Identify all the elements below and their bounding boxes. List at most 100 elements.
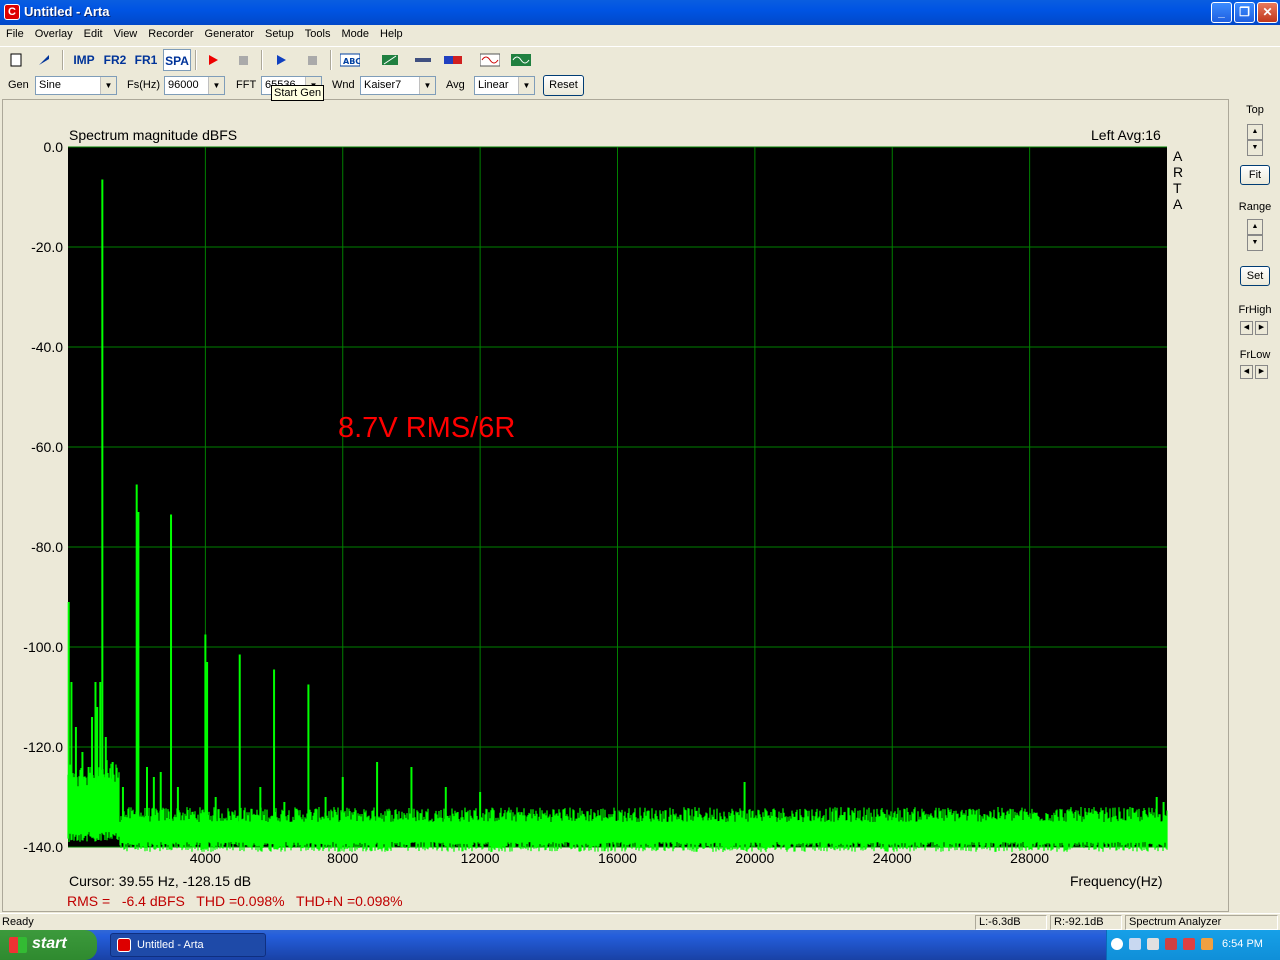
taskbar-item-label: Untitled - Arta (137, 939, 204, 951)
set-button[interactable]: Set (1240, 266, 1270, 286)
top-up-icon[interactable]: ▲ (1247, 124, 1263, 140)
minimize-icon[interactable]: _ (1211, 2, 1232, 23)
fs-select[interactable]: 96000 ▼ (164, 76, 225, 95)
open-file-icon[interactable] (32, 49, 56, 71)
menu-overlay[interactable]: Overlay (29, 25, 78, 40)
x-axis-title: Frequency(Hz) (1070, 873, 1163, 889)
status-left-level: L:-6.3dB (975, 915, 1047, 930)
range-down-icon[interactable]: ▼ (1247, 235, 1263, 251)
impulse-mode-button[interactable]: IMP (70, 49, 98, 71)
security-icon[interactable] (1165, 938, 1177, 950)
taskbar: start Untitled - Arta 6:54 PM (0, 930, 1280, 960)
x-tick-label: 24000 (873, 850, 912, 866)
gen-label: Gen (8, 79, 29, 91)
close-icon[interactable]: ✕ (1257, 2, 1278, 23)
menu-generator[interactable]: Generator (199, 25, 260, 40)
y-tick-label: 0.0 (44, 139, 64, 155)
spectrum-chart[interactable]: 4000 8000 12000 16000 20000 24000 28000 0.0 -20.… (3, 100, 1230, 913)
avg-label: Avg (446, 79, 465, 91)
menu-mode[interactable]: Mode (335, 25, 374, 40)
annotation-text: 8.7V RMS/6R (338, 412, 516, 444)
network-icon[interactable] (1129, 938, 1141, 950)
y-tick-label: -120.0 (23, 739, 63, 755)
shield-icon[interactable] (1183, 938, 1195, 950)
side-panel: Top ▲ ▼ Fit Range ▲ ▼ Set FrHigh ◀ ▶ FrL… (1230, 99, 1280, 912)
fit-button[interactable]: Fit (1240, 165, 1270, 185)
y-tick-label: -100.0 (23, 639, 63, 655)
utility-icon[interactable] (1201, 938, 1213, 950)
start-gen-tooltip: Start Gen (271, 85, 325, 101)
record-icon[interactable] (201, 49, 225, 71)
results-readout: RMS = -6.4 dBFS THD =0.098% THD+N =0.098… (67, 893, 403, 909)
gen-select[interactable]: Sine ▼ (35, 76, 117, 95)
chevron-down-icon[interactable]: ▼ (100, 77, 116, 94)
oscilloscope-icon[interactable] (478, 49, 502, 71)
stop-record-icon[interactable] (231, 49, 255, 71)
fr1-mode-button[interactable]: FR1 (132, 49, 160, 71)
wnd-select[interactable]: Kaiser7 ▼ (360, 76, 436, 95)
toolbar-separator (330, 50, 332, 70)
start-gen-icon[interactable] (269, 49, 293, 71)
stop-gen-icon[interactable] (300, 49, 324, 71)
start-label: start (32, 935, 67, 952)
maximize-icon[interactable]: ❐ (1234, 2, 1255, 23)
svg-text:ABC: ABC (343, 57, 360, 66)
reset-button[interactable]: Reset (543, 75, 584, 96)
clock: 6:54 PM (1222, 938, 1263, 950)
menu-view[interactable]: View (108, 25, 143, 40)
waveform-icon[interactable] (509, 49, 533, 71)
gen-select-value: Sine (39, 79, 62, 91)
abc-settings-icon[interactable]: ABC (338, 49, 362, 71)
frhigh-label: FrHigh (1238, 304, 1272, 316)
probe-icon[interactable] (411, 49, 435, 71)
frlow-left-icon[interactable]: ◀ (1240, 365, 1253, 379)
title-bar: C Untitled - Arta _ ❐ ✕ (0, 0, 1280, 25)
y-tick-label: -40.0 (31, 339, 63, 355)
menu-recorder[interactable]: Recorder (142, 25, 198, 40)
y-tick-label: -20.0 (31, 239, 63, 255)
chevron-down-icon[interactable]: ▼ (419, 77, 435, 94)
control-bar: Gen Sine ▼ Fs(Hz) 96000 ▼ FFT 65536 ▼ Wn… (0, 73, 1280, 98)
spectrum-plot-panel[interactable]: 4000 8000 12000 16000 20000 24000 28000 0.0 -20.… (2, 99, 1229, 912)
top-down-icon[interactable]: ▼ (1247, 140, 1263, 156)
menu-tools[interactable]: Tools (299, 25, 336, 40)
toolbar-separator (261, 50, 263, 70)
menu-file[interactable]: File (0, 25, 29, 40)
menu-help[interactable]: Help (374, 25, 408, 40)
level-meter-icon[interactable] (441, 49, 465, 71)
range-label: Range (1238, 201, 1272, 213)
range-up-icon[interactable]: ▲ (1247, 219, 1263, 235)
spa-mode-button[interactable]: SPA (163, 49, 191, 71)
toolbar-separator (195, 50, 197, 70)
calibration-icon[interactable] (378, 49, 402, 71)
avg-select[interactable]: Linear ▼ (474, 76, 535, 95)
tray-expand-icon[interactable] (1111, 938, 1123, 950)
menu-edit[interactable]: Edit (78, 25, 108, 40)
start-button[interactable]: start (0, 930, 97, 960)
frhigh-right-icon[interactable]: ▶ (1255, 321, 1268, 335)
menu-setup[interactable]: Setup (259, 25, 299, 40)
x-tick-label: 16000 (598, 850, 637, 866)
arta-app-icon[interactable]: C (4, 4, 20, 20)
fr2-mode-button[interactable]: FR2 (101, 49, 129, 71)
taskbar-item-arta[interactable]: Untitled - Arta (110, 933, 266, 957)
y-tick-label: -60.0 (31, 439, 63, 455)
chevron-down-icon[interactable]: ▼ (518, 77, 534, 94)
frlow-right-icon[interactable]: ▶ (1255, 365, 1268, 379)
plot-title: Spectrum magnitude dBFS (69, 127, 238, 143)
fs-label: Fs(Hz) (127, 79, 160, 91)
status-mode: Spectrum Analyzer (1125, 915, 1278, 930)
status-ready: Ready (2, 916, 34, 928)
y-tick-label: -140.0 (23, 839, 63, 855)
chevron-down-icon[interactable]: ▼ (208, 77, 224, 94)
speaker-icon[interactable] (1147, 938, 1159, 950)
frhigh-left-icon[interactable]: ◀ (1240, 321, 1253, 335)
toolbar-separator (62, 50, 64, 70)
windows-logo-icon (9, 937, 27, 953)
x-tick-label: 4000 (190, 850, 221, 866)
new-file-icon[interactable] (4, 49, 28, 71)
cursor-readout: Cursor: 39.55 Hz, -128.15 dB (69, 873, 252, 889)
menu-bar: File Overlay Edit View Recorder Generator Setu… (0, 25, 1280, 45)
toolbar: IMP FR2 FR1 SPA ABC (0, 46, 1280, 72)
status-bar: Ready L:-6.3dB R:-92.1dB Spectrum Analyz… (0, 913, 1280, 930)
